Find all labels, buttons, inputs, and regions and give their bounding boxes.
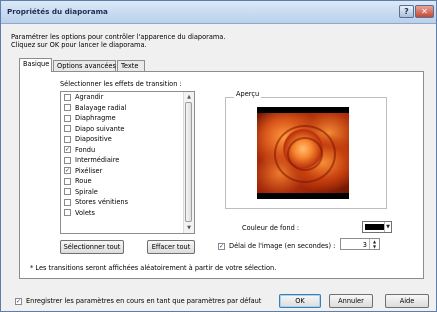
color-swatch	[365, 224, 384, 230]
list-scrollbar[interactable]: ▲ ▼	[183, 92, 194, 233]
transition-checkbox[interactable]	[64, 104, 71, 112]
transition-label: Diaphragme	[75, 114, 116, 123]
list-item[interactable]: Diapo suivante	[61, 124, 194, 135]
list-item[interactable]: ✓ Pixéliser	[61, 166, 194, 177]
dialog-description: Paramétrer les options pour contrôler l'…	[11, 33, 225, 49]
list-item[interactable]: Roue	[61, 176, 194, 187]
cancel-button[interactable]: Annuler	[329, 294, 373, 308]
transition-label: Fondu	[75, 145, 96, 154]
background-color-label: Couleur de fond :	[242, 224, 300, 232]
list-item[interactable]: ✓ Fondu	[61, 145, 194, 156]
spin-buttons: ▲ ▼	[369, 239, 379, 249]
help-icon: ?	[404, 7, 409, 16]
transition-label: Intermédiaire	[75, 156, 120, 165]
list-item[interactable]: Diapositive	[61, 134, 194, 145]
delay-value: 3	[362, 241, 367, 249]
preview-image	[257, 107, 349, 199]
scroll-thumb[interactable]	[185, 102, 192, 222]
background-color-picker[interactable]: ▼	[362, 221, 392, 233]
delay-label: Délai de l'image (en secondes) :	[229, 242, 336, 250]
spin-down-icon[interactable]: ▼	[370, 244, 379, 249]
title-help-button[interactable]: ?	[399, 5, 414, 18]
transition-label: Stores vénitiens	[75, 198, 129, 207]
slideshow-properties-dialog: Propriétés du diaporama ? ✕ Paramétrer l…	[0, 0, 437, 312]
close-button[interactable]: ✕	[415, 5, 434, 18]
transition-label: Spirale	[75, 187, 98, 196]
transition-checkbox[interactable]	[64, 209, 71, 217]
title-bar: Propriétés du diaporama ? ✕	[1, 1, 436, 24]
transition-note: * Les transitions seront affichées aléat…	[30, 264, 277, 272]
list-item[interactable]: Agrandir	[61, 92, 194, 103]
transition-checkbox[interactable]	[64, 93, 71, 101]
transition-checkbox[interactable]: ✓	[64, 146, 71, 154]
window-title: Propriétés du diaporama	[7, 7, 108, 16]
transition-label: Volets	[75, 208, 95, 217]
description-line-2: Cliquez sur OK pour lancer le diaporama.	[11, 41, 147, 49]
transition-effects-list[interactable]: Agrandir Balayage radial Diaphragme Diapo s…	[60, 91, 195, 234]
clear-all-button[interactable]: Effacer tout	[147, 240, 195, 254]
tab-options-avancees[interactable]: Options avancées	[53, 60, 116, 71]
transition-checkbox[interactable]	[64, 135, 71, 143]
save-defaults-label: Enregistrer les paramètres en cours en t…	[26, 297, 262, 305]
delay-spinner[interactable]: 3 ▲ ▼	[340, 238, 380, 250]
transition-label: Roue	[75, 177, 92, 186]
list-item[interactable]: Balayage radial	[61, 103, 194, 114]
transition-checkbox[interactable]	[64, 198, 71, 206]
ok-button[interactable]: OK	[279, 294, 321, 308]
chevron-down-icon[interactable]: ▼	[384, 222, 391, 232]
effects-label: Sélectionner les effets de transition :	[60, 80, 182, 88]
transition-checkbox[interactable]	[64, 188, 71, 196]
preview-label: Aperçu	[234, 90, 262, 98]
transition-checkbox[interactable]	[64, 125, 71, 133]
description-line-1: Paramétrer les options pour contrôler l'…	[11, 33, 226, 41]
list-item[interactable]: Volets	[61, 208, 194, 219]
tab-texte[interactable]: Texte	[117, 60, 145, 71]
close-icon: ✕	[421, 7, 428, 16]
transition-label: Diapo suivante	[75, 124, 125, 133]
scroll-down-icon[interactable]: ▼	[186, 225, 192, 231]
save-defaults-row: ✓ Enregistrer les paramètres en cours en…	[15, 297, 261, 305]
delay-row: ✓ Délai de l'image (en secondes) :	[218, 242, 335, 250]
transition-label: Agrandir	[75, 93, 104, 102]
rose-photo	[257, 113, 349, 193]
transition-label: Diapositive	[75, 135, 112, 144]
transition-checkbox[interactable]	[64, 114, 71, 122]
tab-basique[interactable]: Basique	[19, 58, 52, 72]
tab-panel-basique: Sélectionner les effets de transition : …	[19, 71, 424, 279]
list-item[interactable]: Stores vénitiens	[61, 197, 194, 208]
transition-checkbox[interactable]	[64, 177, 71, 185]
transition-label: Pixéliser	[75, 166, 103, 175]
list-item[interactable]: Intermédiaire	[61, 155, 194, 166]
transition-checkbox[interactable]: ✓	[64, 167, 71, 175]
select-all-button[interactable]: Sélectionner tout	[60, 240, 124, 254]
delay-checkbox[interactable]: ✓	[218, 242, 225, 250]
save-defaults-checkbox[interactable]: ✓	[15, 297, 22, 305]
list-item[interactable]: Diaphragme	[61, 113, 194, 124]
transition-label: Balayage radial	[75, 103, 127, 112]
transition-checkbox[interactable]	[64, 156, 71, 164]
rose-petal-ring	[274, 125, 336, 183]
list-item[interactable]: Spirale	[61, 187, 194, 198]
help-button[interactable]: Aide	[385, 294, 429, 308]
scroll-up-icon[interactable]: ▲	[186, 94, 192, 100]
